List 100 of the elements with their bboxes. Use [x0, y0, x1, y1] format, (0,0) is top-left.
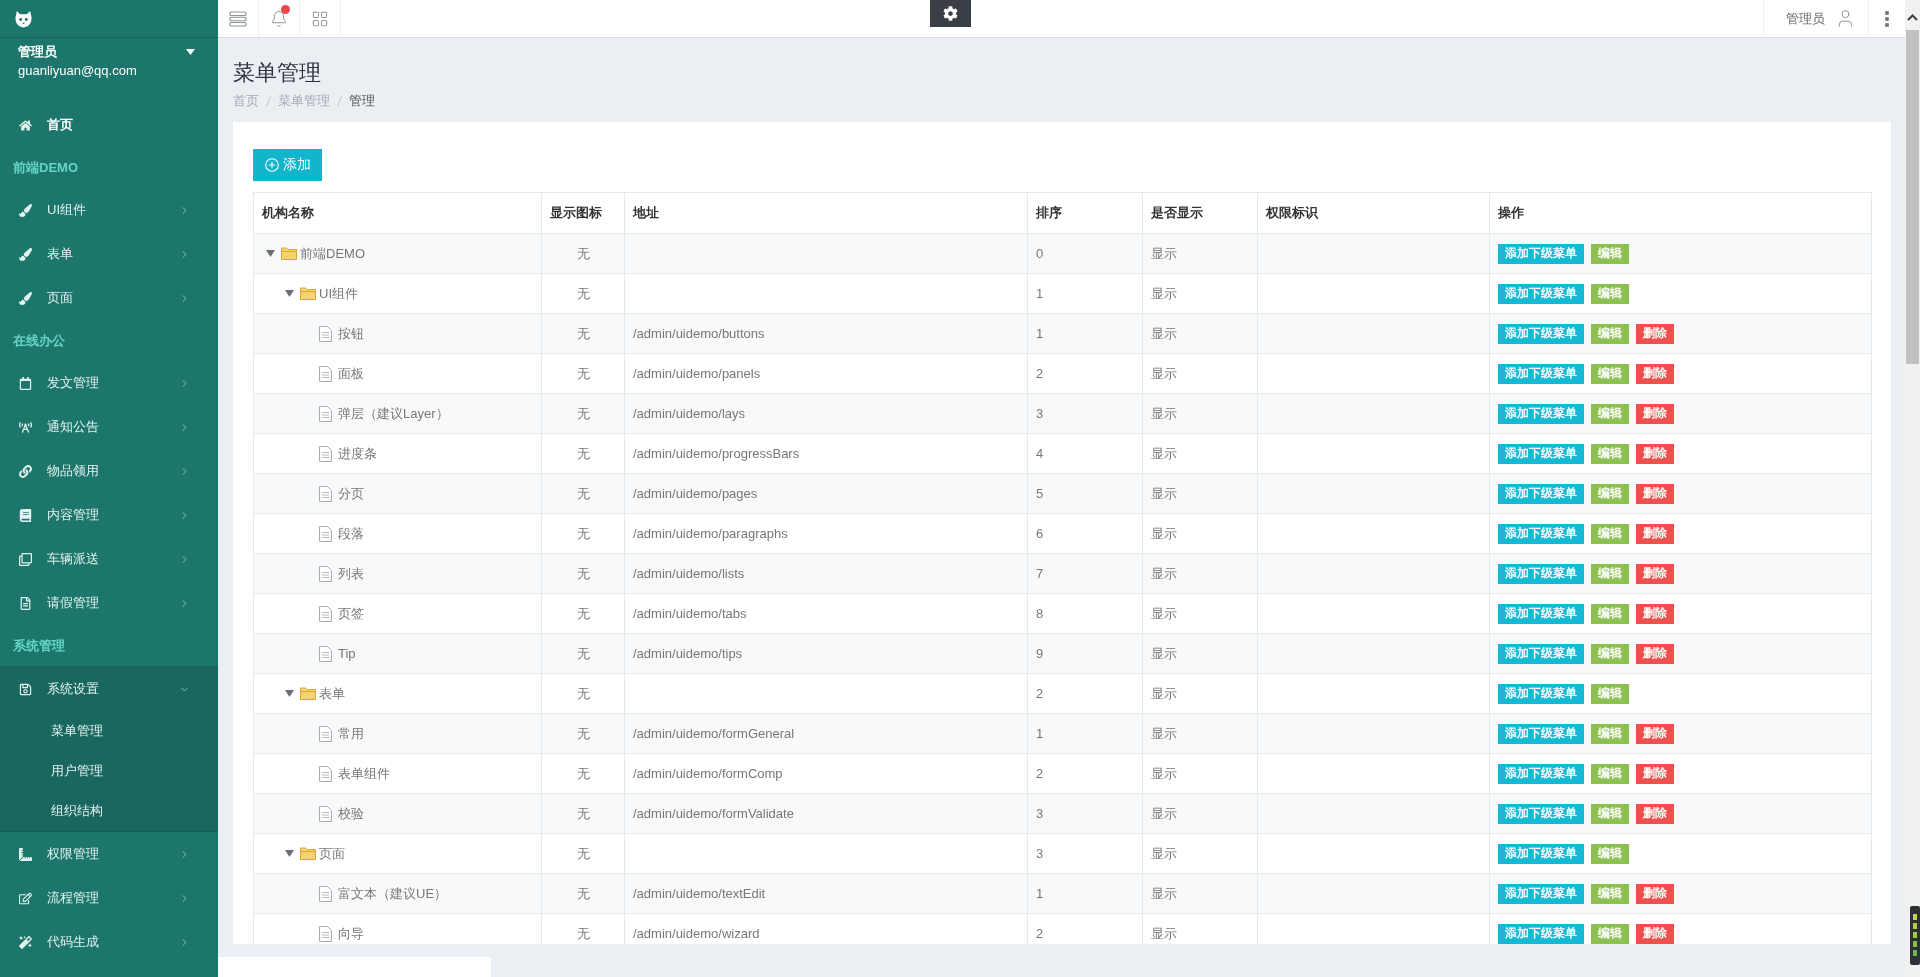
table-cell: 无: [541, 873, 625, 914]
submenu-item[interactable]: 菜单管理: [0, 711, 218, 751]
delete-button[interactable]: 删除: [1636, 323, 1674, 344]
add-submenu-button[interactable]: 添加下级菜单: [1498, 523, 1584, 544]
nav-item[interactable]: 系统设置: [0, 667, 218, 711]
caret-icon[interactable]: [266, 249, 275, 258]
column-header: 机构名称: [253, 192, 542, 234]
edit-button[interactable]: 编辑: [1591, 283, 1629, 304]
table-cell: 显示: [1142, 873, 1258, 914]
add-submenu-button[interactable]: 添加下级菜单: [1498, 283, 1584, 304]
add-submenu-button[interactable]: 添加下级菜单: [1498, 483, 1584, 504]
add-submenu-button[interactable]: 添加下级菜单: [1498, 923, 1584, 944]
delete-button[interactable]: 删除: [1636, 443, 1674, 464]
add-submenu-button[interactable]: 添加下级菜单: [1498, 443, 1584, 464]
scrollbar-thumb[interactable]: [1906, 30, 1919, 364]
nav-item[interactable]: 流程管理: [0, 876, 218, 920]
table-cell: 3: [1027, 833, 1143, 874]
table-cell: 3: [1027, 393, 1143, 434]
edit-button[interactable]: 编辑: [1591, 803, 1629, 824]
add-submenu-button[interactable]: 添加下级菜单: [1498, 563, 1584, 584]
table-cell: /admin/uidemo/buttons: [624, 313, 1028, 354]
delete-button[interactable]: 删除: [1636, 403, 1674, 424]
delete-button[interactable]: 删除: [1636, 363, 1674, 384]
edit-button[interactable]: 编辑: [1591, 683, 1629, 704]
nav-item[interactable]: 车辆派送: [0, 537, 218, 581]
table-cell: /admin/uidemo/formComp: [624, 753, 1028, 794]
table-cell: 无: [541, 433, 625, 474]
caret-icon[interactable]: [285, 849, 294, 858]
nav-item[interactable]: UI组件: [0, 188, 218, 232]
edit-button[interactable]: 编辑: [1591, 643, 1629, 664]
slash-icon: [266, 95, 271, 107]
user-menu-button[interactable]: 管理员: [1763, 0, 1868, 37]
table-cell: 2: [1027, 673, 1143, 714]
breadcrumb-link[interactable]: 菜单管理: [278, 92, 330, 110]
nav-item[interactable]: 代码生成: [0, 920, 218, 964]
add-submenu-button[interactable]: 添加下级菜单: [1498, 883, 1584, 904]
document-icon: [319, 765, 332, 782]
edit-button[interactable]: 编辑: [1591, 763, 1629, 784]
add-submenu-button[interactable]: 添加下级菜单: [1498, 803, 1584, 824]
add-button[interactable]: 添加: [253, 149, 322, 181]
edit-button[interactable]: 编辑: [1591, 483, 1629, 504]
delete-button[interactable]: 删除: [1636, 483, 1674, 504]
edit-button[interactable]: 编辑: [1591, 603, 1629, 624]
delete-button[interactable]: 删除: [1636, 563, 1674, 584]
add-submenu-button[interactable]: 添加下级菜单: [1498, 243, 1584, 264]
submenu-item[interactable]: 用户管理: [0, 751, 218, 791]
nav-item[interactable]: 请假管理: [0, 581, 218, 625]
edit-button[interactable]: 编辑: [1591, 243, 1629, 264]
add-submenu-button[interactable]: 添加下级菜单: [1498, 323, 1584, 344]
edit-button[interactable]: 编辑: [1591, 363, 1629, 384]
delete-button[interactable]: 删除: [1636, 643, 1674, 664]
delete-button[interactable]: 删除: [1636, 803, 1674, 824]
nav-item[interactable]: 首页: [0, 103, 218, 147]
add-submenu-button[interactable]: 添加下级菜单: [1498, 603, 1584, 624]
nav-item[interactable]: 页面: [0, 276, 218, 320]
table-cell: 显示: [1142, 833, 1258, 874]
add-submenu-button[interactable]: 添加下级菜单: [1498, 843, 1584, 864]
table-cell: /admin/uidemo/tabs: [624, 593, 1028, 634]
edit-button[interactable]: 编辑: [1591, 523, 1629, 544]
add-submenu-button[interactable]: 添加下级菜单: [1498, 683, 1584, 704]
nav-item[interactable]: 内容管理: [0, 493, 218, 537]
table-cell: 8: [1027, 593, 1143, 634]
add-submenu-button[interactable]: 添加下级菜单: [1498, 723, 1584, 744]
brush-icon: [19, 203, 32, 217]
nav-item[interactable]: 发文管理: [0, 361, 218, 405]
nav-item[interactable]: 通知公告: [0, 405, 218, 449]
delete-button[interactable]: 删除: [1636, 763, 1674, 784]
submenu-item[interactable]: 组织结构: [0, 791, 218, 831]
edit-button[interactable]: 编辑: [1591, 723, 1629, 744]
delete-button[interactable]: 删除: [1636, 603, 1674, 624]
edit-button[interactable]: 编辑: [1591, 883, 1629, 904]
menu-name: Tip: [338, 646, 356, 661]
document-icon: [319, 405, 332, 422]
delete-button[interactable]: 删除: [1636, 923, 1674, 944]
table-cell: 显示: [1142, 553, 1258, 594]
scrollbar-track[interactable]: [1905, 0, 1920, 977]
edit-button[interactable]: 编辑: [1591, 563, 1629, 584]
nav-item[interactable]: 表单: [0, 232, 218, 276]
caret-icon[interactable]: [285, 289, 294, 298]
edit-button[interactable]: 编辑: [1591, 843, 1629, 864]
table-cell: 6: [1027, 513, 1143, 554]
settings-icon: [943, 6, 958, 21]
edit-button[interactable]: 编辑: [1591, 923, 1629, 944]
delete-button[interactable]: 删除: [1636, 723, 1674, 744]
edit-button[interactable]: 编辑: [1591, 403, 1629, 424]
table-cell: 显示: [1142, 353, 1258, 394]
edit-button[interactable]: 编辑: [1591, 443, 1629, 464]
breadcrumb-link[interactable]: 首页: [233, 92, 259, 110]
delete-button[interactable]: 删除: [1636, 523, 1674, 544]
add-submenu-button[interactable]: 添加下级菜单: [1498, 643, 1584, 664]
caret-icon[interactable]: [285, 689, 294, 698]
nav-item[interactable]: 物品领用: [0, 449, 218, 493]
delete-button[interactable]: 删除: [1636, 883, 1674, 904]
add-submenu-button[interactable]: 添加下级菜单: [1498, 763, 1584, 784]
add-submenu-button[interactable]: 添加下级菜单: [1498, 403, 1584, 424]
add-submenu-button[interactable]: 添加下级菜单: [1498, 363, 1584, 384]
nav-item[interactable]: 权限管理: [0, 832, 218, 876]
caret-icon[interactable]: [186, 49, 195, 55]
settings-button[interactable]: [930, 0, 971, 27]
edit-button[interactable]: 编辑: [1591, 323, 1629, 344]
